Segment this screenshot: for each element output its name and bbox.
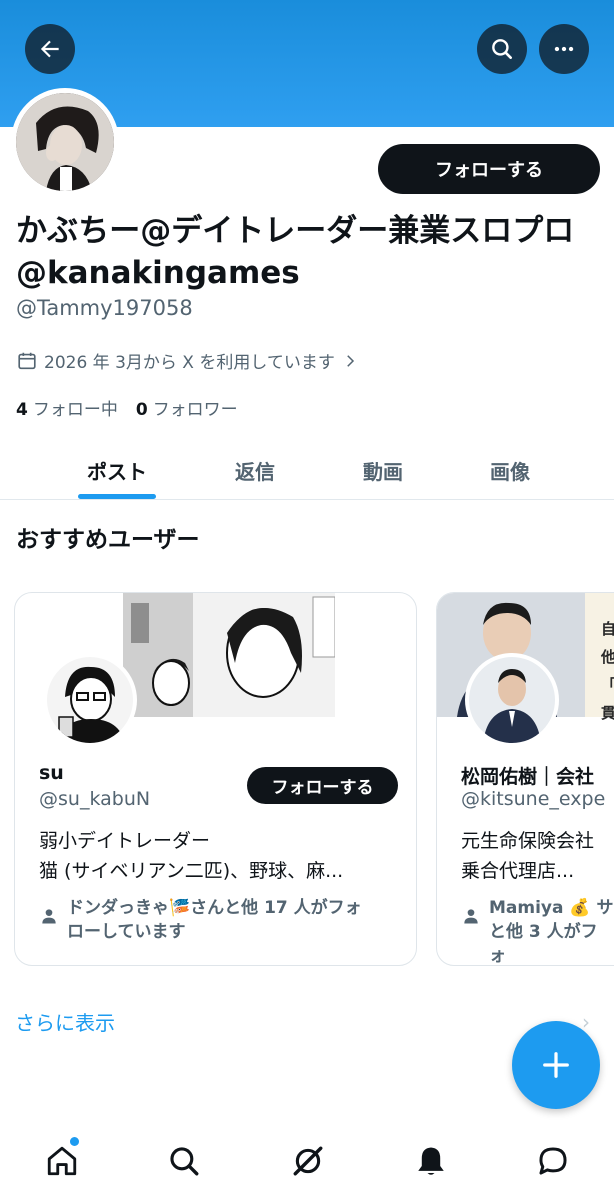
more-button[interactable]: [539, 24, 589, 74]
avatar-illustration: [47, 657, 133, 743]
notifications-icon: [418, 1147, 444, 1175]
search-button[interactable]: [477, 24, 527, 74]
card-bio-line: 弱小デイトレーダー: [39, 830, 211, 852]
tab-replies[interactable]: 返信: [200, 440, 310, 500]
social-context-line: ローしています: [67, 922, 186, 942]
social-context-line: Mamiya 💰 サ: [489, 898, 614, 918]
profile-avatar[interactable]: [11, 88, 119, 196]
followers-count: 0: [135, 400, 148, 420]
active-tab-indicator: [78, 494, 156, 499]
followers-label: フォロワー: [152, 400, 238, 420]
card-social-context: ドンダっきゃ🎏さんと他 17 人がフォ ローしています: [39, 896, 399, 944]
search-icon: [170, 1147, 199, 1176]
tab-posts[interactable]: ポスト: [58, 440, 176, 500]
card-user-name[interactable]: 松岡佑樹｜会社: [461, 762, 614, 789]
card-avatar[interactable]: [465, 653, 559, 747]
following-label: フォロー中: [32, 400, 118, 420]
card-bio: 弱小デイトレーダー 猫 (サイベリアン二匹)、野球、麻...: [39, 826, 399, 886]
home-icon: [47, 1146, 77, 1176]
show-more-link[interactable]: さらに表示: [15, 1007, 115, 1036]
back-arrow-icon: [40, 40, 59, 58]
card-user-name[interactable]: su: [39, 762, 239, 784]
tab-images[interactable]: 画像: [455, 440, 565, 500]
search-icon: [492, 39, 512, 59]
user-handle: @Tammy197058: [16, 296, 193, 320]
display-name: かぶちー@デイトレーダー兼業スロプロ@kanakingames: [16, 213, 575, 291]
nav-search[interactable]: [164, 1141, 204, 1181]
social-context-line: ドンダっきゃ🎏さんと他 17 人がフォ: [67, 898, 362, 918]
card-avatar[interactable]: [43, 653, 137, 747]
nav-grok[interactable]: [288, 1141, 328, 1181]
home-notification-dot: [70, 1137, 79, 1146]
follow-counts: 4 フォロー中 0 フォロワー: [16, 395, 238, 420]
person-icon: [42, 909, 56, 924]
avatar-photo: [469, 657, 555, 743]
social-context-line: と他 3 人がフォ: [489, 922, 598, 966]
compose-button[interactable]: [512, 1021, 600, 1109]
bottom-navigation: [0, 1125, 614, 1200]
tab-videos[interactable]: 動画: [328, 440, 438, 500]
card-user-handle: @kitsune_expe: [461, 788, 606, 810]
card-bio-line: 猫 (サイベリアン二匹)、野球、麻...: [39, 860, 344, 882]
card-banner-text: 自 他 「 貫: [601, 615, 614, 727]
following-count-link[interactable]: 4 フォロー中: [16, 395, 118, 420]
chevron-right-icon: [347, 354, 354, 367]
card-bio: 元生命保険会社 乗合代理店...: [461, 826, 614, 886]
grok-icon: [293, 1146, 323, 1176]
nav-notifications[interactable]: [411, 1141, 451, 1181]
joined-date[interactable]: 2026 年 3月から X を利用しています: [16, 348, 359, 373]
card-social-context: Mamiya 💰 サ と他 3 人がフォ: [461, 896, 614, 968]
nav-home[interactable]: [42, 1141, 82, 1181]
card-bio-line: 乗合代理店...: [461, 860, 575, 882]
follow-button[interactable]: フォローする: [378, 144, 600, 194]
recommended-users-title: おすすめユーザー: [16, 527, 200, 553]
more-icon: [554, 46, 574, 52]
card-banner-image: [123, 593, 335, 717]
joined-text: 2026 年 3月から X を利用しています: [44, 353, 335, 373]
calendar-icon: [18, 352, 36, 369]
messages-icon: [539, 1147, 567, 1175]
following-count: 4: [16, 400, 28, 420]
avatar-illustration: [16, 93, 114, 191]
card-user-handle: @su_kabuN: [39, 788, 151, 810]
back-button[interactable]: [25, 24, 75, 74]
followers-count-link[interactable]: 0 フォロワー: [136, 395, 238, 420]
nav-messages[interactable]: [533, 1141, 573, 1181]
person-icon: [464, 909, 478, 924]
plus-icon: [543, 1052, 569, 1078]
card-bio-line: 元生命保険会社: [461, 830, 595, 852]
profile-tabs: ポスト 返信 動画 画像: [0, 440, 614, 500]
card-follow-button[interactable]: フォローする: [247, 767, 398, 804]
